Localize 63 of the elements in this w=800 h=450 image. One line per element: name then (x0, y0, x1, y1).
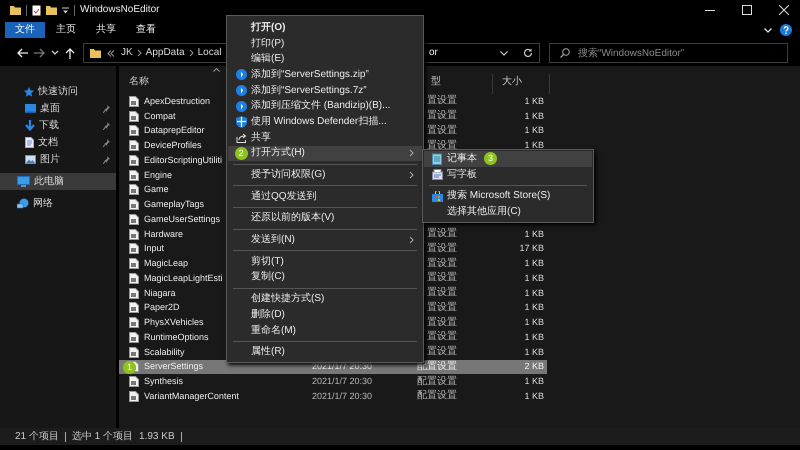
file-name: Paper2D (144, 302, 180, 314)
file-size: 17 KB (518, 243, 544, 254)
step-badge: 3 (484, 152, 497, 166)
file-type: 置设置 (426, 228, 457, 240)
modified-date: 2021/1/7 20:30 (312, 390, 372, 402)
file-type: 置设置 (426, 95, 457, 108)
selection-count: 选中 1 个项目 (72, 430, 134, 442)
file-name: Scalability (144, 346, 185, 358)
file-size: 1 KB (523, 140, 544, 152)
file-type: 置设置 (426, 272, 457, 284)
file-name: Game (144, 184, 169, 196)
file-name: MagicLeap (144, 258, 188, 270)
file-size: 1 KB (523, 96, 544, 107)
file-type: 置设置 (426, 331, 457, 344)
file-name: Synthesis (144, 376, 184, 388)
file-size: 1 KB (523, 332, 544, 343)
file-type: 置设置 (426, 287, 457, 300)
item-count: 21 个项目 (15, 430, 59, 442)
modified-date: 2021/1/7 20:30 (312, 376, 372, 388)
file-size: 1 KB (523, 302, 544, 314)
file-name: EditorScriptingUtiliti (144, 154, 222, 166)
file-name: ApexDestruction (144, 96, 210, 107)
modified-date: 2021/1/7 20:30 (312, 361, 372, 372)
file-type: 置设置 (426, 110, 457, 122)
file-type: 置设置 (426, 124, 457, 137)
file-name: RuntimeOptions (144, 332, 209, 343)
file-name: Engine (144, 170, 172, 181)
file-name: Niagara (144, 288, 176, 299)
file-name: DataprepEditor (144, 125, 205, 136)
file-name: GameplayTags (144, 199, 204, 210)
file-size: 2 KB (523, 361, 544, 372)
file-name: Input (144, 243, 164, 254)
file-type: 置设置 (426, 302, 457, 314)
file-size: 1 KB (523, 346, 544, 358)
file-size: 1 KB (523, 272, 544, 284)
file-size: 1 KB (523, 258, 544, 270)
breadcrumb-text: or (429, 47, 438, 59)
file-size: 1 KB (523, 228, 544, 240)
file-size: 1 KB (523, 376, 544, 388)
file-type: 配置设置 (416, 376, 457, 388)
file-size: 1 KB (523, 110, 544, 122)
file-size: 1 KB (523, 317, 544, 328)
file-type: 置设置 (426, 242, 457, 255)
file-name: ServerSettings (144, 361, 204, 372)
file-name: MagicLeapLightEsti (144, 272, 223, 284)
file-name: PhysXVehicles (144, 317, 204, 328)
file-type: 配置设置 (416, 390, 457, 402)
file-name: Hardware (144, 228, 184, 240)
step-badge: 1 (123, 360, 136, 374)
file-type: 置设置 (426, 140, 457, 152)
file-type: 置设置 (426, 258, 457, 270)
file-name: Compat (144, 110, 176, 122)
window-title: WindowsNoEditor (80, 4, 160, 16)
file-size: 1 KB (523, 125, 544, 136)
file-size: 1 KB (523, 390, 544, 402)
file-type: 置设置 (426, 316, 457, 329)
file-name: GameUserSettings (144, 214, 220, 225)
file-size: 1 KB (523, 288, 544, 299)
step-badge: 2 (234, 146, 248, 160)
file-type: 置设置 (426, 346, 457, 358)
file-name: VariantManagerContent (144, 390, 239, 402)
file-name: DeviceProfiles (144, 140, 202, 152)
selection-size: 1.93 KB (139, 430, 175, 442)
